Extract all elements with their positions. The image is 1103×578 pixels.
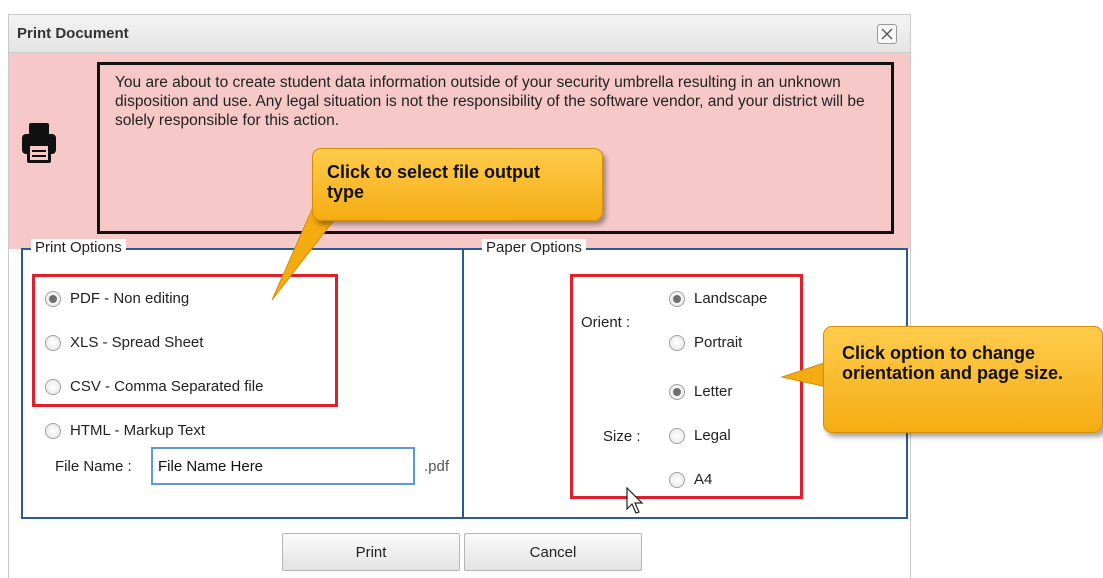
close-button[interactable] — [877, 24, 897, 44]
print-options-legend: Print Options — [31, 239, 126, 256]
file-extension: .pdf — [424, 458, 450, 475]
print-button[interactable]: Print — [282, 533, 460, 571]
print-options-panel: Print Options PDF - Non editing XLS - Sp… — [21, 239, 464, 519]
paper-options-highlight — [570, 274, 803, 499]
close-icon — [881, 28, 893, 40]
file-name-label: File Name : — [55, 458, 132, 475]
paper-options-legend: Paper Options — [482, 239, 586, 256]
radio-html[interactable] — [45, 422, 61, 439]
dialog-titlebar: Print Document — [9, 15, 910, 53]
file-type-callout: Click to select file output type — [312, 148, 603, 221]
warning-text: You are about to create student data inf… — [115, 74, 865, 129]
print-document-dialog: Print Document You are about to create s… — [8, 14, 911, 578]
file-type-callout-text: Click to select file output type — [327, 162, 541, 202]
paper-callout-text: Click option to change orientation and p… — [842, 343, 1064, 383]
paper-callout: Click option to change orientation and p… — [823, 326, 1103, 433]
mouse-cursor-icon — [626, 487, 644, 514]
dialog-title: Print Document — [17, 25, 129, 42]
option-html[interactable]: HTML - Markup Text — [45, 422, 205, 439]
option-html-label: HTML - Markup Text — [70, 422, 206, 439]
cancel-button[interactable]: Cancel — [464, 533, 642, 571]
printer-icon — [22, 123, 56, 163]
file-name-input[interactable] — [151, 447, 415, 485]
